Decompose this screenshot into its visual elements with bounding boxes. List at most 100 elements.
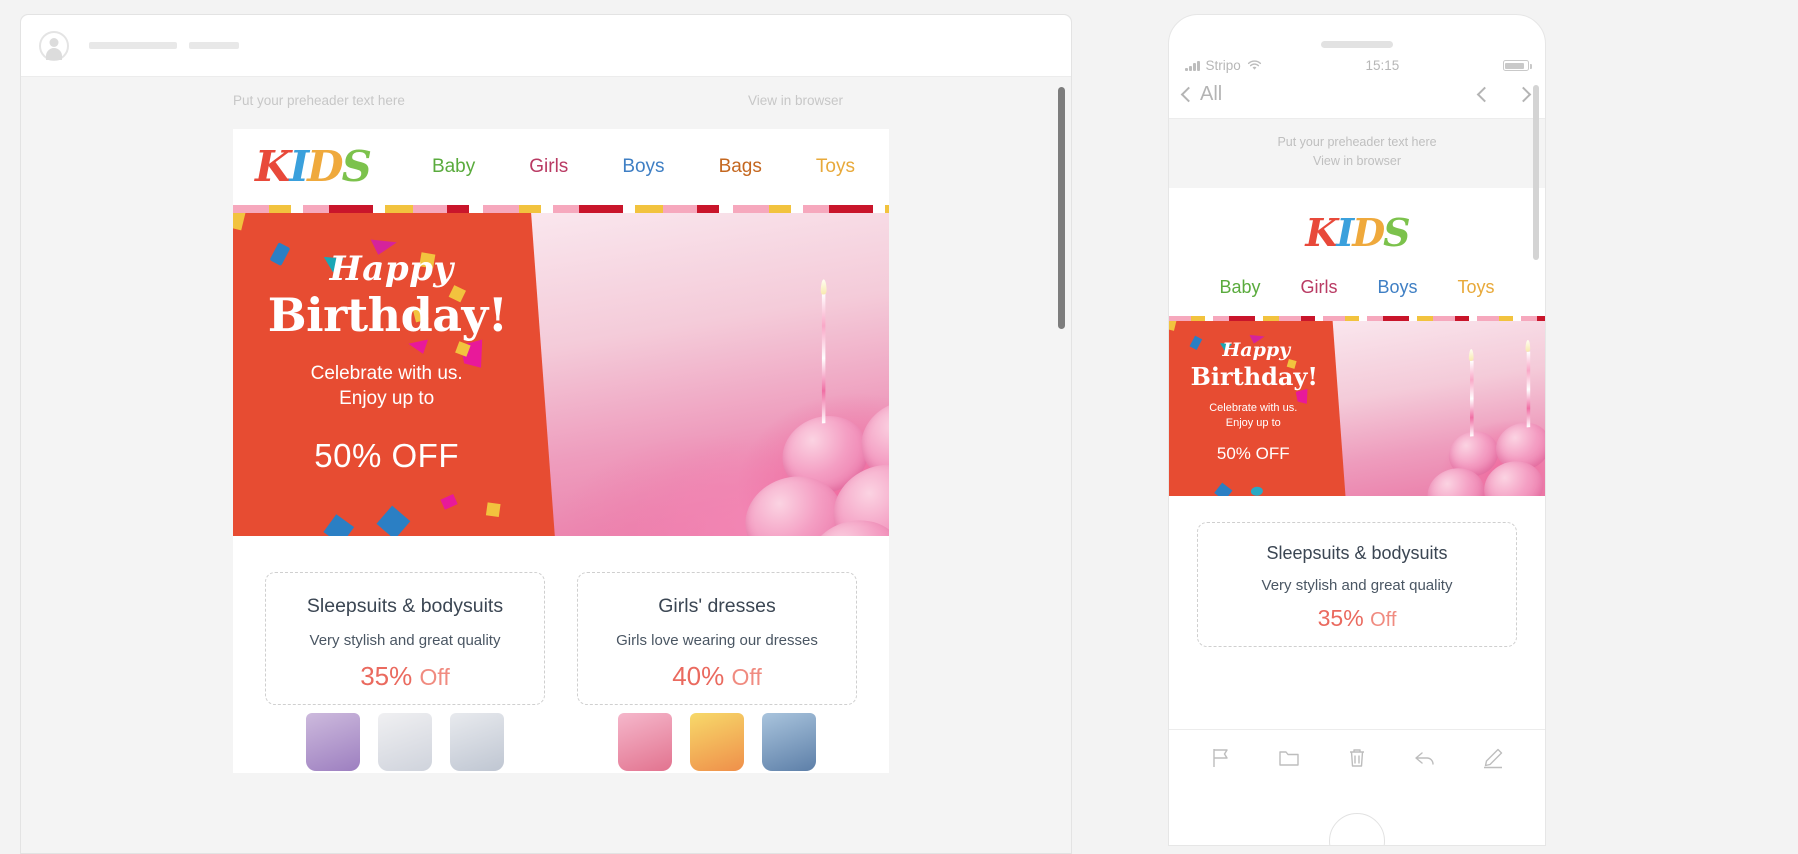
logo-letter-s: S [341,142,372,191]
next-message-icon[interactable] [1515,86,1532,103]
mobile-status-bar: Stripo 15:15 [1169,48,1545,79]
mobile-email-nav: Baby Girls Boys Toys [1169,261,1545,316]
mobile-nav-link-girls[interactable]: Girls [1300,277,1337,298]
logo-letter-i: I [1336,209,1354,255]
hero-banner: Happy Birthday! Celebrate with us. Enjoy… [233,213,889,536]
mobile-hero-card-content: Happy Birthday! Celebrate with us. Enjoy… [1169,321,1337,464]
mobile-scrollbar[interactable] [1533,85,1539,260]
hero-offer-card: Happy Birthday! Celebrate with us. Enjoy… [233,213,557,536]
compose-icon[interactable] [1481,746,1505,770]
signal-bars-icon [1185,60,1200,71]
logo-letter-d: D [1352,209,1385,255]
mailbox-back-label: All [1200,83,1223,105]
product-discount-word: Off [419,664,450,690]
mail-client-header [21,15,1071,77]
home-button[interactable] [1329,813,1385,845]
battery-icon [1502,60,1532,71]
folder-icon[interactable] [1277,746,1301,770]
product-image-group-sleepsuits [265,713,545,773]
desktop-scrollbar[interactable] [1058,87,1065,329]
mobile-product-card-sleepsuits[interactable]: Sleepsuits & bodysuits Very stylish and … [1197,521,1517,647]
product-discount-word: Off [731,664,762,690]
mobile-nav-link-toys[interactable]: Toys [1458,277,1495,298]
email-body: KIDS Baby Girls Boys Bags Toys Happy Bir… [233,129,889,773]
sender-meta-placeholder [189,42,239,49]
mobile-product-description: Very stylish and great quality [1261,576,1453,594]
mobile-hero-happy-text: Happy [1222,338,1291,361]
reply-icon[interactable] [1413,746,1437,770]
hero-birthday-text: Birthday! [267,288,508,343]
logo-letter-k: K [255,142,291,191]
preheader-text: Put your preheader text here [233,93,405,108]
hero-subtext: Celebrate with us. Enjoy up to [233,361,540,411]
mailbox-back-button[interactable]: All [1180,83,1223,106]
view-in-browser-link[interactable]: View in browser [748,93,843,108]
product-title: Sleepsuits & bodysuits [306,595,504,617]
mobile-hero-offer-text: 50% OFF [1216,443,1290,463]
hero-subtext-line1: Celebrate with us. [310,363,463,385]
mobile-product-discount-amount: 35% [1317,604,1364,631]
nav-link-baby[interactable]: Baby [432,156,475,178]
trash-icon[interactable] [1345,746,1369,770]
message-nav-arrows [1476,86,1532,103]
mobile-hero-subtext: Celebrate with us. Enjoy up to [1169,401,1337,431]
product-description: Girls love wearing our dresses [616,632,818,649]
mobile-kids-logo: KIDS [1169,188,1545,261]
nav-link-boys[interactable]: Boys [622,156,664,178]
mobile-product-cards: Sleepsuits & bodysuits Very stylish and … [1169,495,1545,647]
mobile-nav-bar: All [1169,79,1545,119]
mobile-preheader: Put your preheader text here View in bro… [1169,119,1545,188]
mobile-preheader-text: Put your preheader text here [1277,135,1437,149]
product-card-girls-dresses[interactable]: Girls' dresses Girls love wearing our dr… [577,572,857,705]
garment-image [762,713,816,771]
desktop-scroll-area[interactable]: Put your preheader text here View in bro… [21,77,1071,853]
mobile-view-in-browser-link[interactable]: View in browser [1169,152,1545,171]
product-discount-amount: 35% [360,661,413,691]
product-images-row [233,705,889,773]
email-nav: KIDS Baby Girls Boys Bags Toys [233,129,889,205]
desktop-preview-pane: Put your preheader text here View in bro… [20,14,1072,854]
mobile-hero-birthday-text: Birthday! [1190,361,1318,391]
hero-subtext-line2: Enjoy up to [339,388,435,410]
logo-letter-s: S [1383,209,1410,255]
sender-name-placeholder [89,42,177,49]
garment-image [378,713,432,771]
nav-link-bags[interactable]: Bags [719,156,762,178]
product-discount: 35% Off [276,661,534,692]
garment-image [690,713,744,771]
mobile-nav-link-boys[interactable]: Boys [1377,277,1417,298]
logo-letter-i: I [289,142,310,191]
carrier-label: Stripo [1205,58,1241,73]
product-discount-amount: 40% [672,661,725,691]
garment-image [306,713,360,771]
product-cards-row: Sleepsuits & bodysuits Very stylish and … [233,536,889,705]
mobile-hero-subtext-line2: Enjoy up to [1225,416,1281,429]
previous-message-icon[interactable] [1476,86,1493,103]
phone-speaker-grill [1321,41,1393,48]
mobile-birthday-cake-photo [1319,320,1545,496]
mobile-hero-banner: Happy Birthday! Celebrate with us. Enjoy… [1169,320,1545,496]
status-bar-left: Stripo [1185,58,1262,73]
mobile-hero-subtext-line1: Celebrate with us. [1209,401,1298,414]
mobile-nav-link-baby[interactable]: Baby [1219,277,1260,298]
hero-offer-text: 50% OFF [314,437,459,475]
logo-letter-k: K [1305,209,1338,255]
flag-icon[interactable] [1209,746,1233,770]
nav-link-toys[interactable]: Toys [816,156,855,178]
product-card-sleepsuits[interactable]: Sleepsuits & bodysuits Very stylish and … [265,572,545,705]
mobile-product-title: Sleepsuits & bodysuits [1266,542,1448,563]
birthday-cake-photo [518,213,889,536]
product-title: Girls' dresses [658,595,776,617]
hero-happy-text: Happy [329,249,454,290]
logo-letter-d: D [307,142,343,191]
confetti-stripe [233,205,889,213]
user-avatar-icon [39,30,69,61]
nav-link-girls[interactable]: Girls [529,156,568,178]
product-image-group-dresses [577,713,857,773]
mobile-action-toolbar [1169,729,1545,785]
mobile-email-body: KIDS Baby Girls Boys Toys Happy Birthday… [1169,187,1545,647]
wifi-icon [1247,60,1262,71]
garment-image [450,713,504,771]
product-description: Very stylish and great quality [309,632,501,649]
mobile-hero-offer-card: Happy Birthday! Celebrate with us. Enjoy… [1169,320,1347,496]
